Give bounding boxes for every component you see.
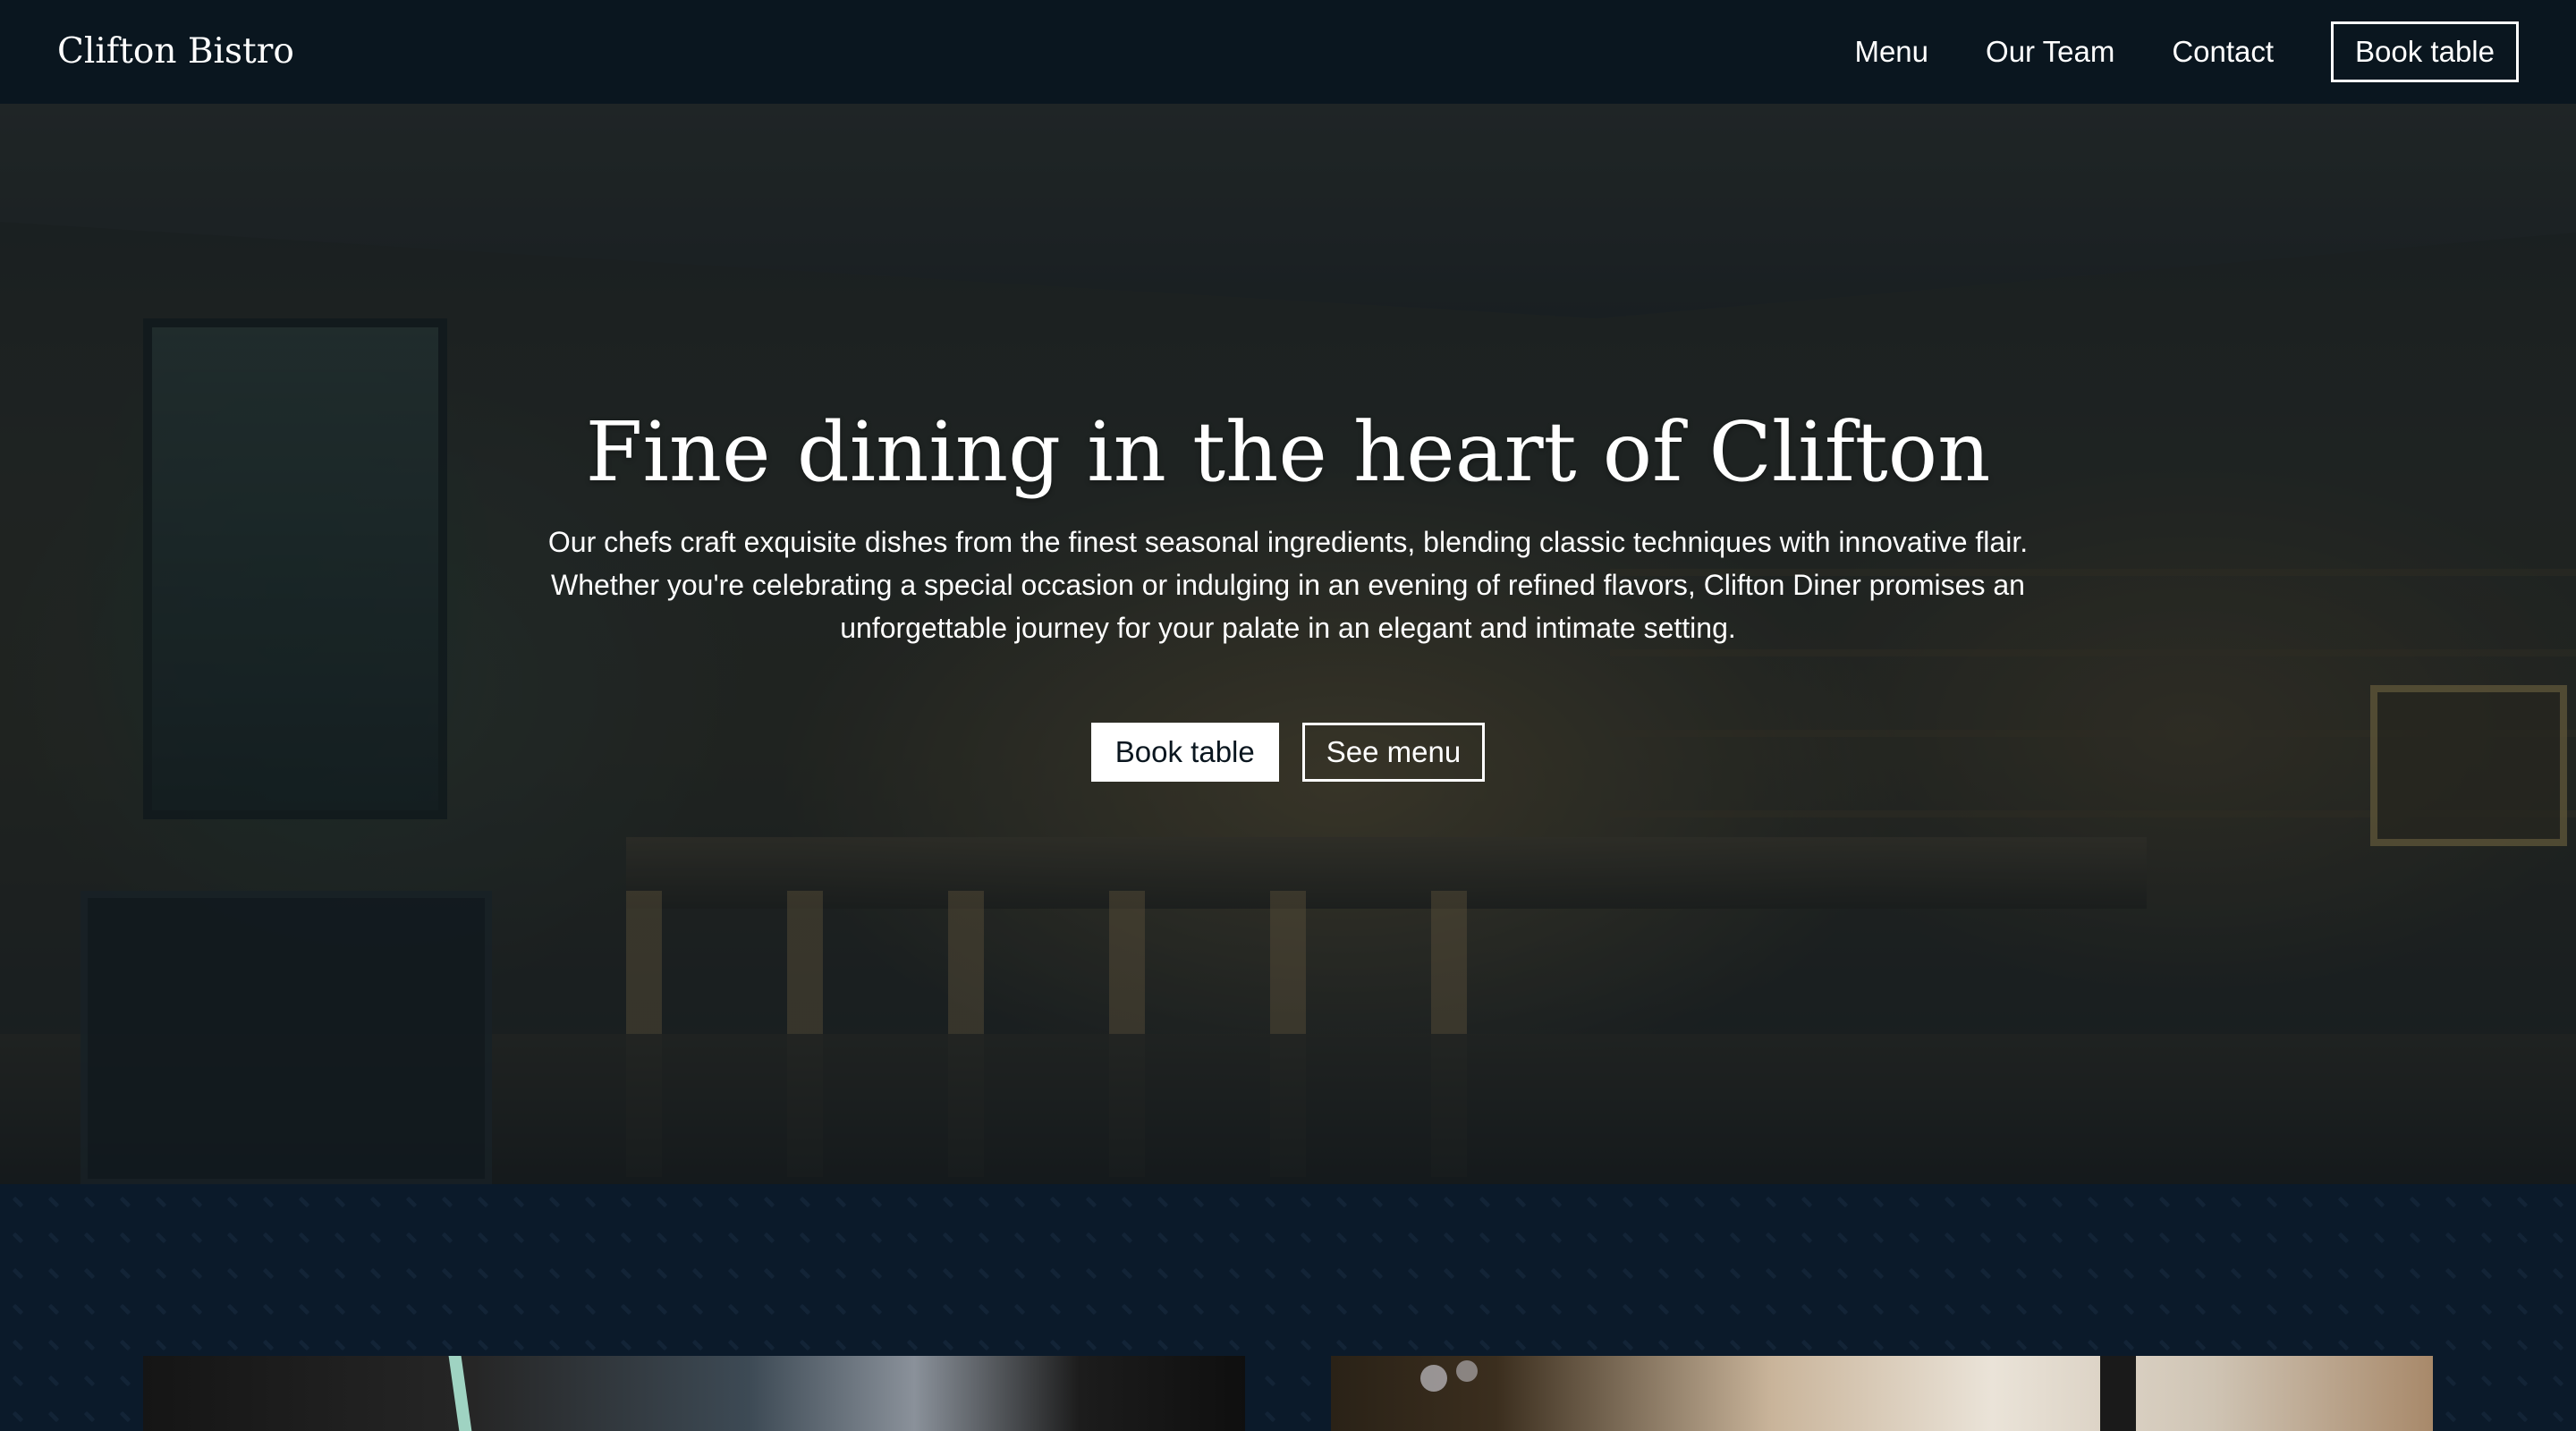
hero-title: Fine dining in the heart of Clifton	[585, 404, 1991, 500]
top-navbar: Clifton Bistro Menu Our Team Contact Boo…	[0, 0, 2576, 104]
brand-logo-text[interactable]: Clifton Bistro	[57, 26, 294, 78]
hero-section: Fine dining in the heart of Clifton Our …	[0, 104, 2576, 1184]
main-nav: Menu Our Team Contact Book table	[1854, 21, 2519, 82]
photo-detail-bokeh-2	[1456, 1360, 1478, 1382]
photo-detail-apron-strap	[2100, 1356, 2136, 1431]
nav-link-our-team[interactable]: Our Team	[1986, 34, 2114, 70]
hero-see-menu-button[interactable]: See menu	[1301, 723, 1486, 782]
hero-content: Fine dining in the heart of Clifton Our …	[0, 104, 2576, 1184]
hero-button-group: Book table See menu	[0, 723, 2576, 782]
content-section	[0, 1184, 2576, 1431]
nav-book-table-button[interactable]: Book table	[2331, 21, 2519, 82]
nav-link-menu[interactable]: Menu	[1854, 34, 1928, 70]
chef-photo-left	[143, 1356, 1245, 1431]
nav-link-contact[interactable]: Contact	[2172, 34, 2274, 70]
photo-detail-bokeh	[1420, 1365, 1447, 1392]
chef-photo-right	[1331, 1356, 2433, 1431]
hero-book-table-button[interactable]: Book table	[1090, 723, 1279, 782]
photo-detail-utensil	[448, 1356, 477, 1431]
hero-description: Our chefs craft exquisite dishes from th…	[547, 526, 2029, 644]
